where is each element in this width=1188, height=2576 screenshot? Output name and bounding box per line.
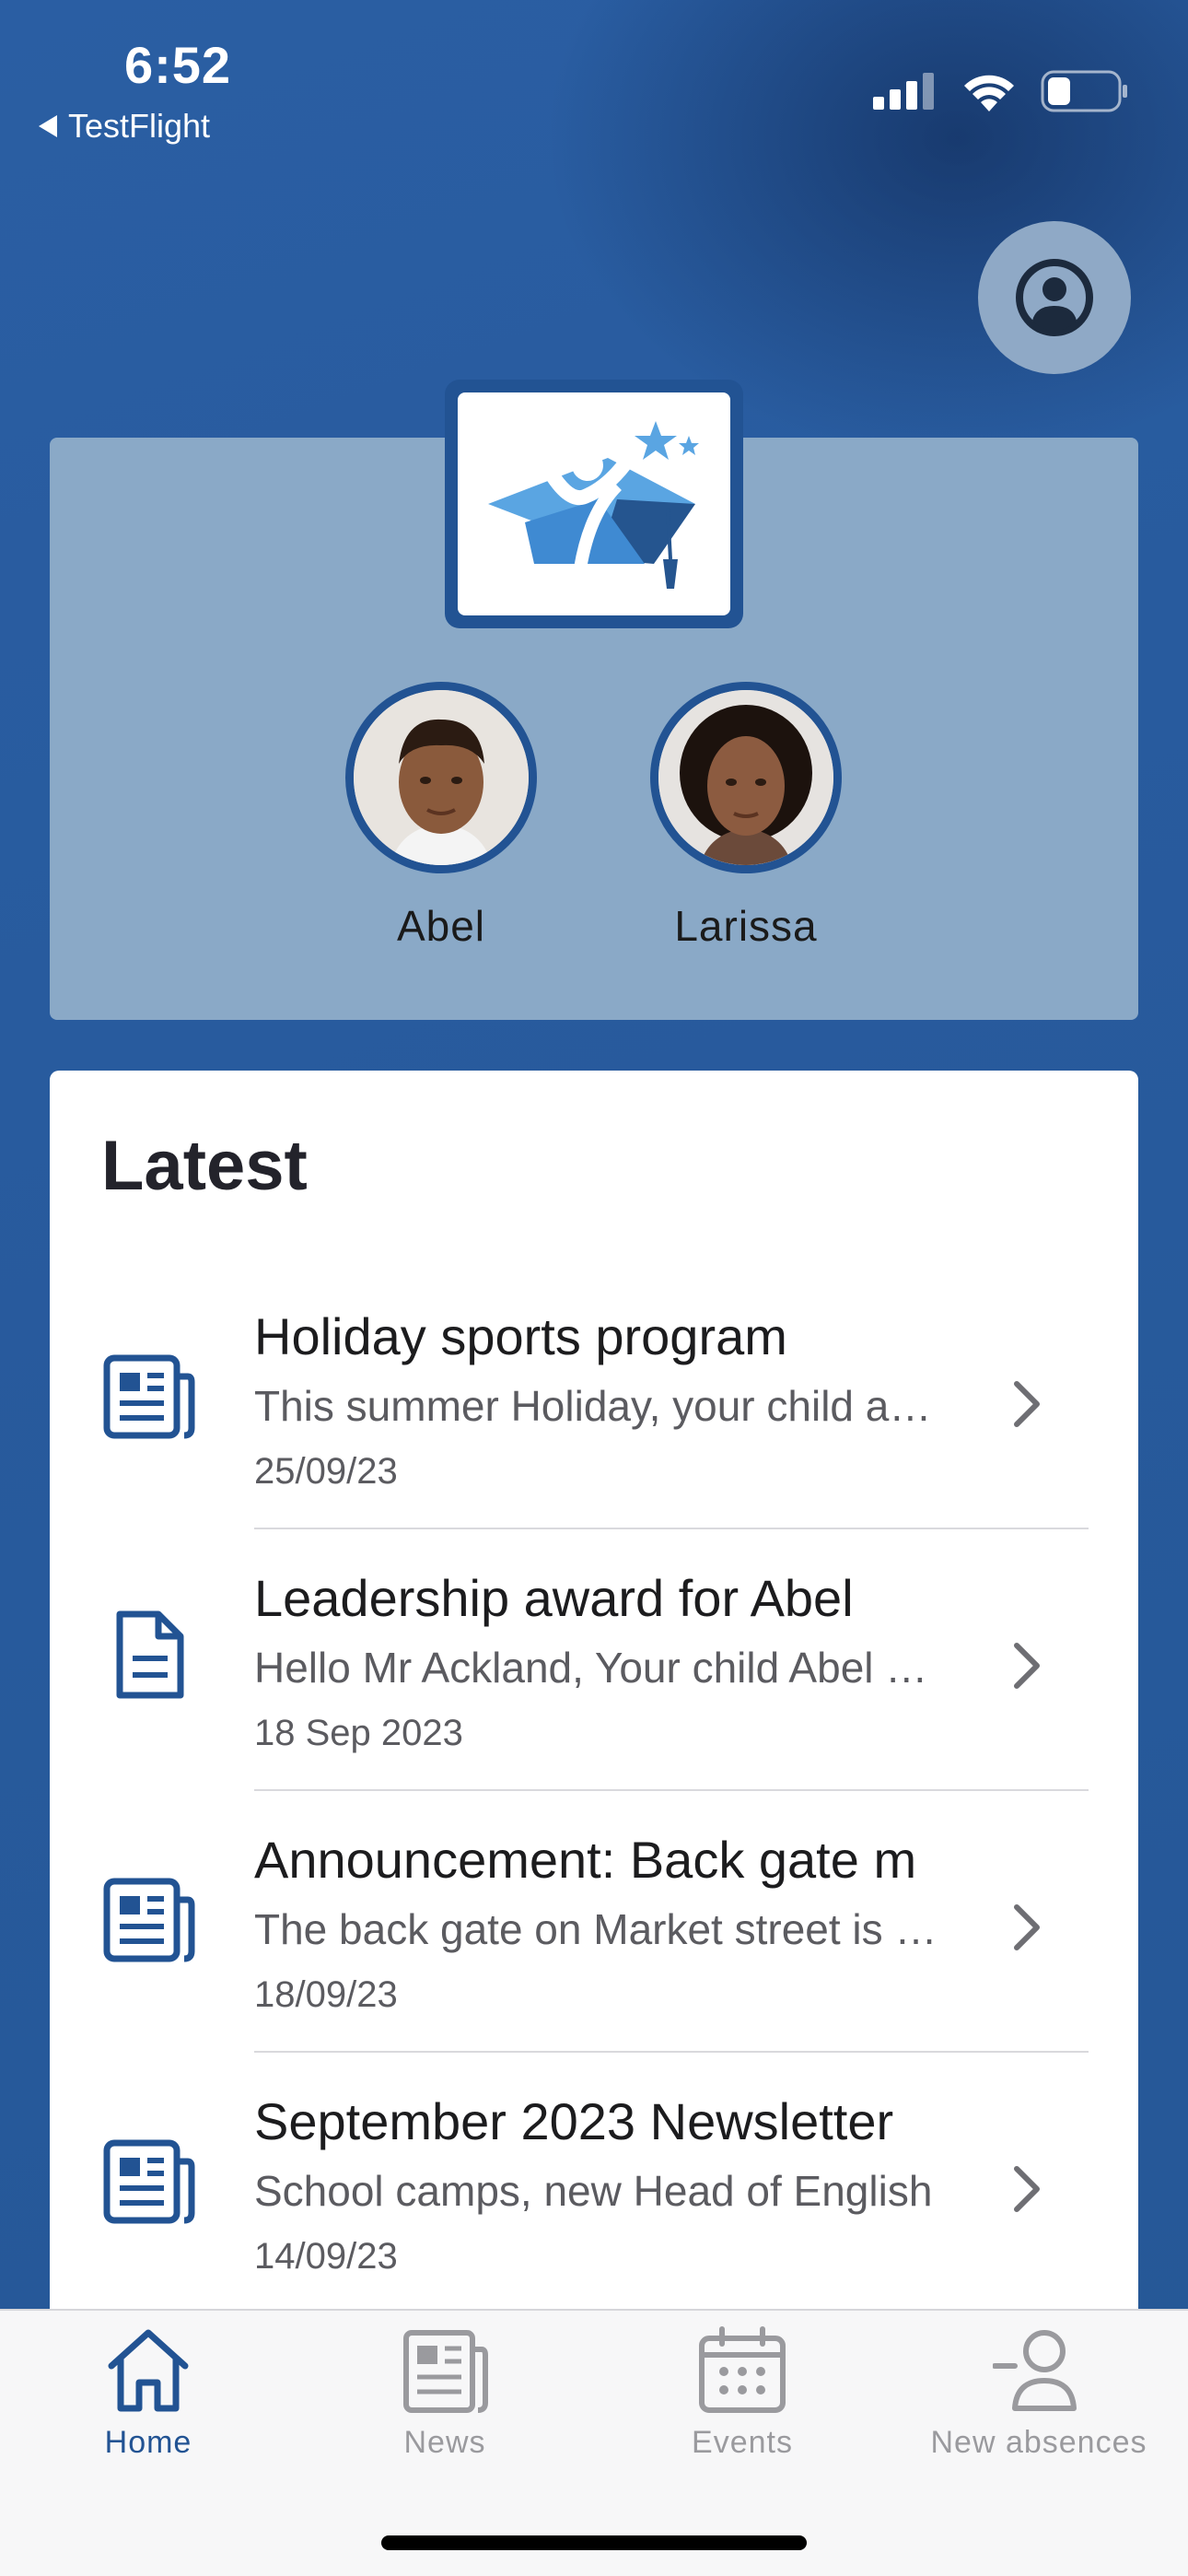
school-logo-graphic bbox=[488, 421, 699, 589]
child-abel[interactable]: Abel bbox=[331, 682, 552, 951]
list-item[interactable]: September 2023 Newsletter School camps, … bbox=[50, 2053, 1138, 2314]
status-icons bbox=[873, 70, 1129, 112]
newspaper-icon bbox=[103, 1878, 195, 1962]
profile-button[interactable] bbox=[978, 221, 1131, 374]
school-logo bbox=[445, 380, 743, 628]
list-item[interactable]: Leadership award for Abel Hello Mr Ackla… bbox=[50, 1529, 1138, 1791]
latest-title: Latest bbox=[101, 1127, 308, 1205]
newspaper-icon bbox=[103, 2139, 195, 2224]
item-date: 25/09/23 bbox=[254, 1451, 398, 1492]
tab-new-absences[interactable]: New absences bbox=[891, 2324, 1187, 2461]
tab-news[interactable]: News bbox=[297, 2324, 593, 2461]
item-title: Announcement: Back gate m bbox=[254, 1831, 917, 1889]
back-to-testflight-link[interactable]: TestFlight bbox=[39, 107, 210, 146]
item-title: Holiday sports program bbox=[254, 1307, 787, 1365]
back-app-label: TestFlight bbox=[68, 107, 211, 145]
item-title: September 2023 Newsletter bbox=[254, 2092, 894, 2150]
newspaper-icon bbox=[103, 1354, 195, 1439]
child-photo-icon bbox=[354, 690, 529, 865]
home-indicator[interactable] bbox=[381, 2535, 807, 2550]
app-screen: 6:52 TestFlight Abel Larissa Latest Holi… bbox=[0, 0, 1188, 2576]
wifi-icon bbox=[964, 75, 1014, 111]
tab-events[interactable]: Events bbox=[594, 2324, 891, 2461]
status-time: 6:52 bbox=[123, 36, 232, 94]
item-title: Leadership award for Abel bbox=[254, 1569, 854, 1627]
item-snippet: Hello Mr Ackland, Your child Abel has bbox=[254, 1644, 941, 1692]
document-icon bbox=[116, 1610, 184, 1699]
child-avatar bbox=[650, 682, 842, 873]
battery-icon bbox=[1041, 70, 1127, 112]
chevron-right-icon bbox=[1014, 1381, 1040, 1427]
person-add-icon bbox=[993, 2330, 1077, 2411]
tab-label: News bbox=[403, 2425, 486, 2460]
back-arrow-icon bbox=[39, 115, 57, 137]
item-date: 18/09/23 bbox=[254, 1974, 398, 2015]
home-icon bbox=[108, 2329, 189, 2412]
news-icon bbox=[403, 2330, 488, 2413]
tab-label: Home bbox=[104, 2425, 192, 2460]
list-item[interactable]: Holiday sports program This summer Holid… bbox=[50, 1268, 1138, 1529]
child-name: Abel bbox=[396, 902, 486, 950]
child-photo-icon bbox=[658, 690, 833, 865]
tab-label: Events bbox=[692, 2425, 793, 2460]
tab-home[interactable]: Home bbox=[0, 2324, 297, 2461]
chevron-right-icon bbox=[1014, 1643, 1040, 1689]
signal-icon bbox=[873, 73, 934, 110]
item-snippet: The back gate on Market street is closed bbox=[254, 1905, 941, 1953]
item-snippet: School camps, new Head of English bbox=[254, 2167, 933, 2215]
chevron-right-icon bbox=[1014, 1904, 1040, 1950]
user-circle-icon bbox=[1016, 259, 1093, 336]
child-larissa[interactable]: Larissa bbox=[635, 682, 856, 951]
chevron-right-icon bbox=[1014, 2166, 1040, 2212]
item-date: 14/09/23 bbox=[254, 2236, 398, 2277]
tab-label: New absences bbox=[930, 2425, 1147, 2460]
calendar-icon bbox=[699, 2326, 786, 2413]
child-name: Larissa bbox=[674, 902, 818, 950]
item-date: 18 Sep 2023 bbox=[254, 1713, 463, 1753]
item-snippet: This summer Holiday, your child attends bbox=[254, 1382, 941, 1430]
child-avatar bbox=[345, 682, 537, 873]
list-item[interactable]: Announcement: Back gate m The back gate … bbox=[50, 1791, 1138, 2053]
